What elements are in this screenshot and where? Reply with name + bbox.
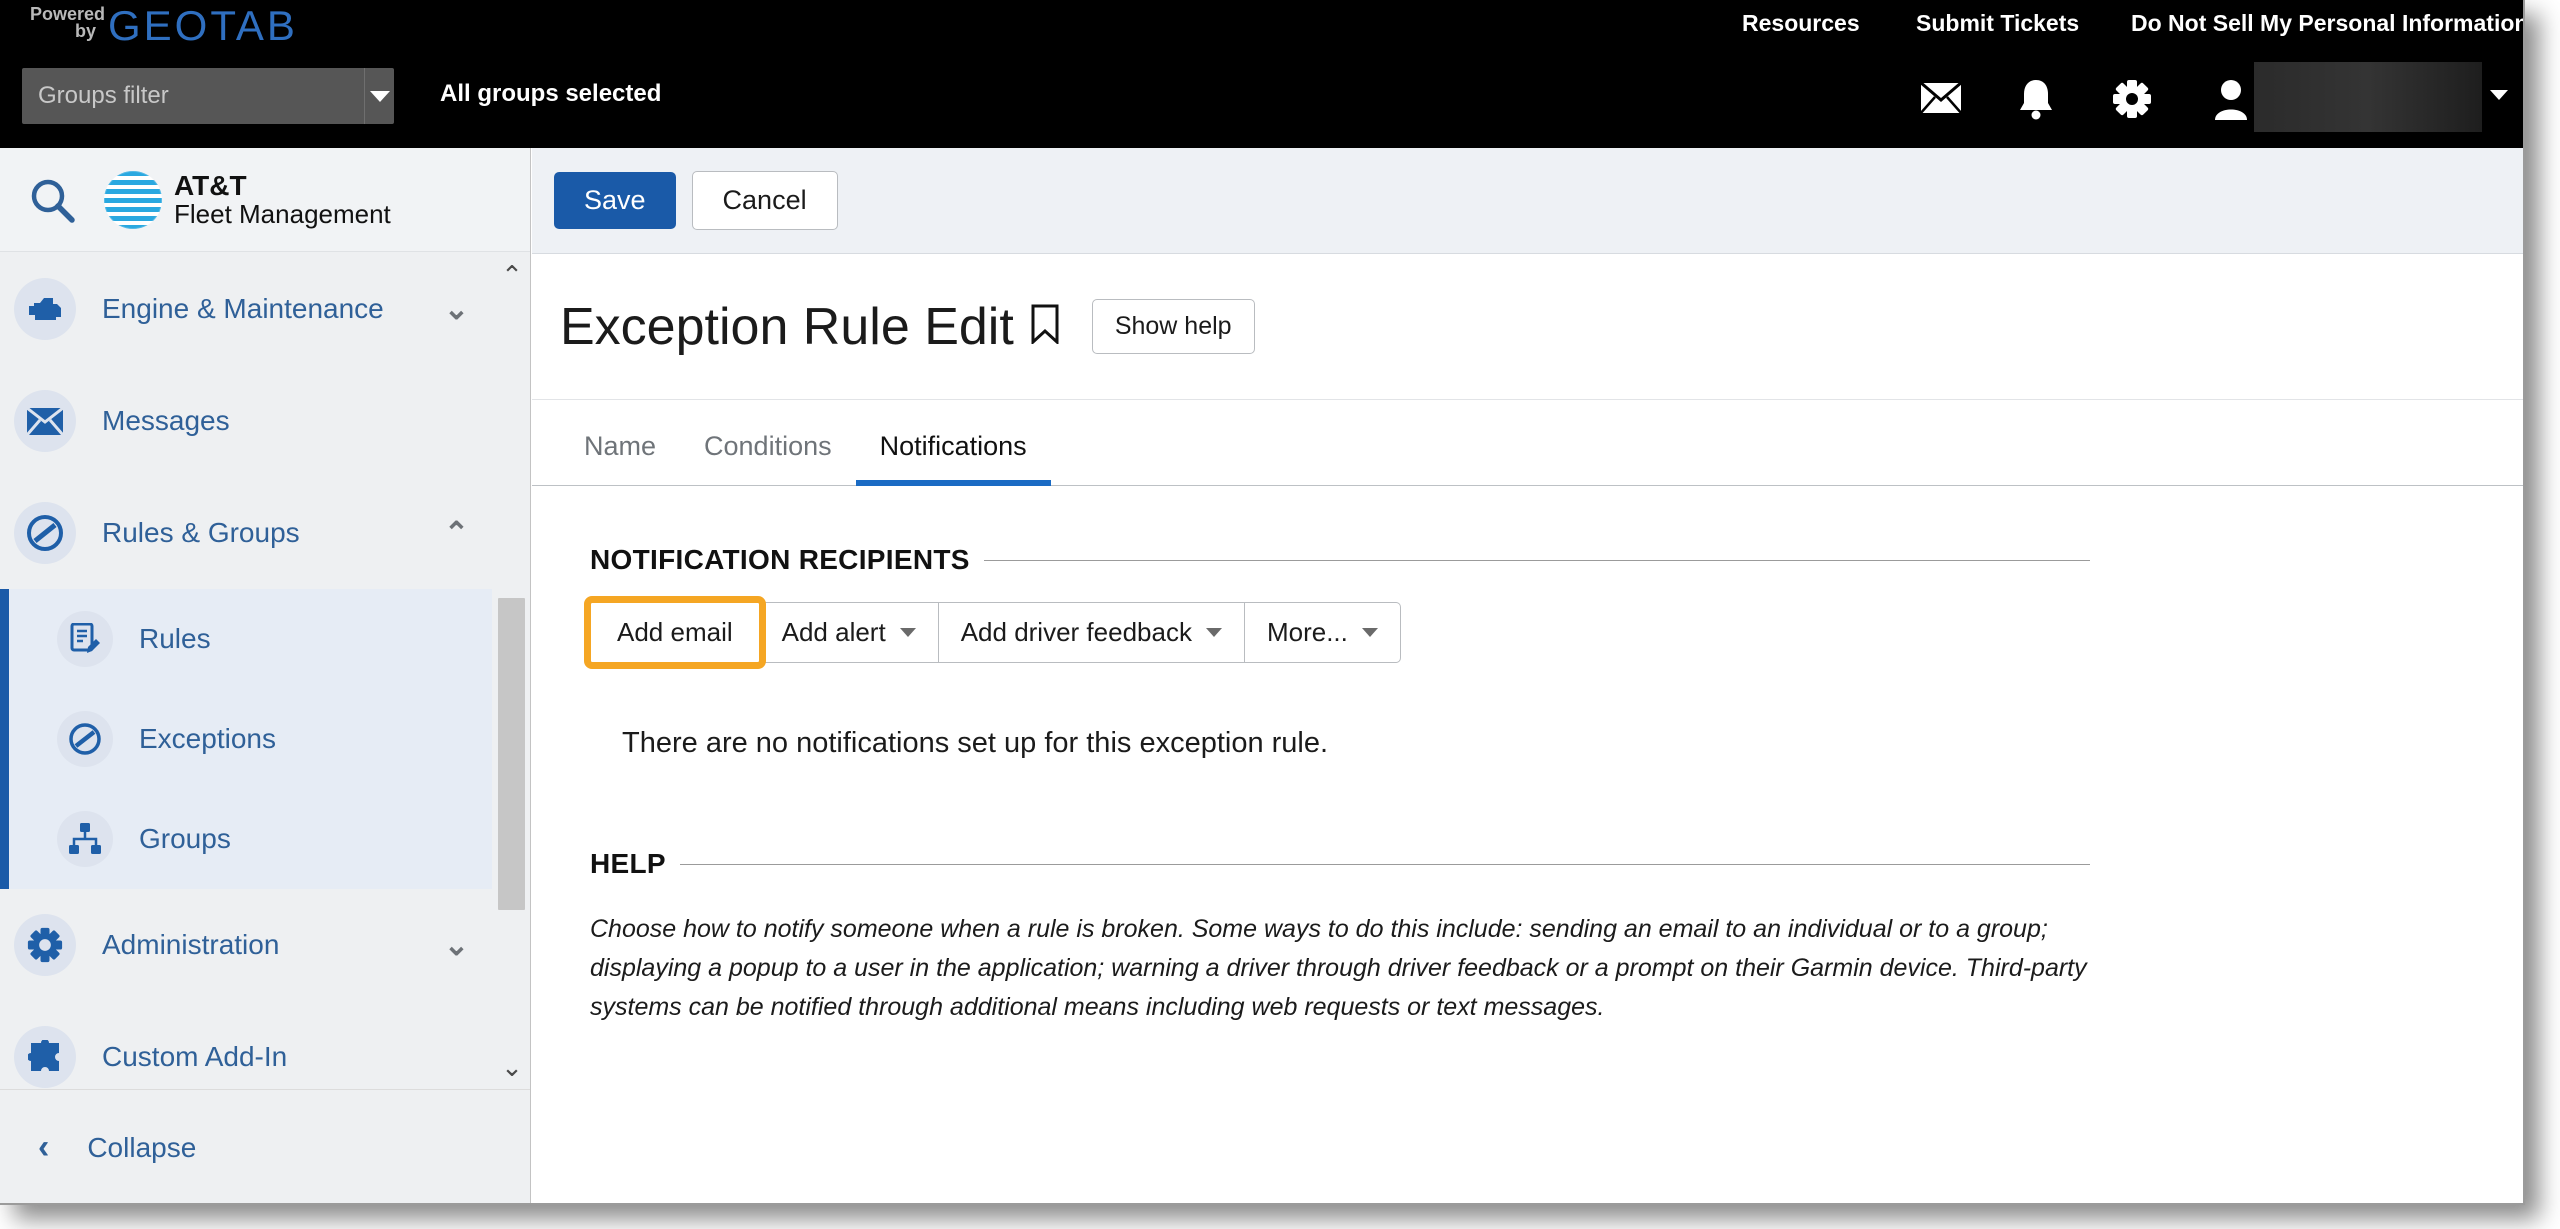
chevron-down-icon[interactable]: ⌄ <box>444 292 469 327</box>
powered-by-label: Powered by <box>30 4 106 41</box>
tab-panel-notifications: NOTIFICATION RECIPIENTS Add email Add al… <box>532 486 2523 1026</box>
tab-conditions[interactable]: Conditions <box>680 431 856 486</box>
collapse-label: Collapse <box>87 1131 197 1163</box>
nav-link-resources[interactable]: Resources <box>1742 10 1860 37</box>
scroll-down-chevron-icon[interactable]: ⌄ <box>496 1051 528 1083</box>
add-alert-label: Add alert <box>781 617 886 647</box>
org-tree-icon <box>57 811 113 867</box>
more-button[interactable]: More... <box>1244 602 1401 663</box>
chevron-down-icon[interactable]: ⌄ <box>444 928 469 963</box>
section-title: NOTIFICATION RECIPIENTS <box>590 544 970 575</box>
att-globe-icon <box>104 170 162 229</box>
user-avatar-icon[interactable] <box>2200 66 2262 126</box>
bookmark-icon[interactable] <box>1030 304 1060 349</box>
puzzle-icon <box>14 1026 76 1088</box>
sidebar: AT&T Fleet Management Engine & Maintenan… <box>0 148 531 1203</box>
application-window: Powered by GEOTAB Resources Submit Ticke… <box>0 0 2525 1205</box>
mail-icon[interactable] <box>1910 66 1972 126</box>
add-email-label: Add email <box>617 617 733 647</box>
gear-icon[interactable] <box>2101 66 2163 126</box>
no-entry-icon <box>14 502 76 564</box>
nav-link-do-not-sell[interactable]: Do Not Sell My Personal Information <box>2131 10 2523 37</box>
help-text: Choose how to notify someone when a rule… <box>590 915 2087 1021</box>
envelope-icon <box>14 390 76 452</box>
document-edit-icon <box>57 611 113 667</box>
add-driver-feedback-button[interactable]: Add driver feedback <box>938 602 1245 663</box>
no-entry-icon <box>57 711 113 767</box>
scroll-up-chevron-icon[interactable]: ⌃ <box>496 259 528 291</box>
sidebar-subnav-rules-groups: Rules Exceptions Groups <box>0 589 530 889</box>
save-button[interactable]: Save <box>554 172 676 229</box>
chevron-down-icon <box>1361 628 1378 637</box>
section-divider <box>679 863 2090 865</box>
help-section-title: HELP <box>590 848 666 879</box>
tab-name[interactable]: Name <box>560 431 680 486</box>
show-help-button[interactable]: Show help <box>1091 299 1255 354</box>
sidebar-subitem-label: Groups <box>139 823 231 854</box>
chevron-down-icon <box>1205 628 1222 637</box>
geotab-logo: GEOTAB <box>108 2 298 49</box>
section-divider <box>983 559 2090 561</box>
add-alert-button[interactable]: Add alert <box>759 602 939 663</box>
cancel-button[interactable]: Cancel <box>691 171 838 230</box>
sidebar-item-messages[interactable]: Messages <box>0 365 530 477</box>
engine-icon <box>14 278 76 340</box>
action-bar: Save Cancel <box>532 148 2523 254</box>
sidebar-item-engine-maintenance[interactable]: Engine & Maintenance ⌄ <box>0 253 530 365</box>
sidebar-item-label: Rules & Groups <box>102 517 300 548</box>
sidebar-item-label: Custom Add-In <box>102 1041 288 1072</box>
logo-brand-name: AT&T <box>174 170 247 202</box>
sidebar-item-groups[interactable]: Groups <box>9 789 530 889</box>
sidebar-item-exceptions[interactable]: Exceptions <box>9 689 530 789</box>
tab-notifications[interactable]: Notifications <box>855 431 1051 486</box>
sidebar-collapse-button[interactable]: ‹ Collapse <box>0 1089 530 1203</box>
search-icon[interactable] <box>0 177 104 223</box>
sidebar-item-rules[interactable]: Rules <box>9 589 530 689</box>
sidebar-item-administration[interactable]: Administration ⌄ <box>0 889 530 1001</box>
help-section-header: HELP <box>590 848 2090 880</box>
chevron-down-icon <box>369 90 390 102</box>
add-email-button[interactable]: Add email <box>584 596 766 669</box>
user-name-redacted <box>2254 62 2482 132</box>
tab-bar: Name Conditions Notifications <box>532 400 2523 486</box>
sidebar-subitem-label: Exceptions <box>139 723 276 754</box>
groups-filter-input[interactable] <box>22 68 364 124</box>
logo-product-name: Fleet Management <box>174 198 391 229</box>
sidebar-item-label: Administration <box>102 929 280 960</box>
sidebar-item-label: Engine & Maintenance <box>102 293 384 324</box>
sidebar-scrollbar-thumb[interactable] <box>498 598 525 910</box>
chevron-down-icon <box>899 628 916 637</box>
nav-link-submit-tickets[interactable]: Submit Tickets <box>1916 10 2079 37</box>
gear-icon <box>14 914 76 976</box>
add-driver-feedback-label: Add driver feedback <box>960 617 1192 647</box>
page-title-row: Exception Rule Edit Show help <box>532 254 2523 400</box>
page-title: Exception Rule Edit <box>560 297 1014 356</box>
chevron-left-icon: ‹ <box>38 1128 50 1166</box>
more-label: More... <box>1266 617 1348 647</box>
sidebar-header: AT&T Fleet Management <box>0 148 530 252</box>
recipient-button-group: Add email Add alert Add driver feedback … <box>584 596 1401 669</box>
main-content: Save Cancel Exception Rule Edit Show hel… <box>532 148 2523 1203</box>
sidebar-item-custom-add-in[interactable]: Custom Add-In <box>0 1001 530 1089</box>
sidebar-subitem-label: Rules <box>139 623 211 654</box>
sidebar-scrollbar[interactable]: ⌃ ⌄ <box>492 253 530 1089</box>
sidebar-item-rules-groups[interactable]: Rules & Groups ⌃ <box>0 477 530 589</box>
empty-state-message: There are no notifications set up for th… <box>622 727 1329 759</box>
chevron-up-icon[interactable]: ⌃ <box>444 516 469 551</box>
notification-recipients-section-header: NOTIFICATION RECIPIENTS <box>590 544 2090 576</box>
top-header-bar: Powered by GEOTAB Resources Submit Ticke… <box>0 0 2523 148</box>
att-fleet-management-logo: AT&T Fleet Management <box>104 170 391 229</box>
groups-filter <box>22 68 394 124</box>
sidebar-nav-list: Engine & Maintenance ⌄ Messages Rules & … <box>0 253 530 1089</box>
sidebar-item-label: Messages <box>102 405 230 436</box>
groups-selected-status: All groups selected <box>440 80 662 107</box>
bell-icon[interactable] <box>2005 66 2067 126</box>
groups-filter-dropdown-button[interactable] <box>364 68 394 124</box>
user-menu-chevron-down-icon[interactable] <box>2490 90 2508 100</box>
